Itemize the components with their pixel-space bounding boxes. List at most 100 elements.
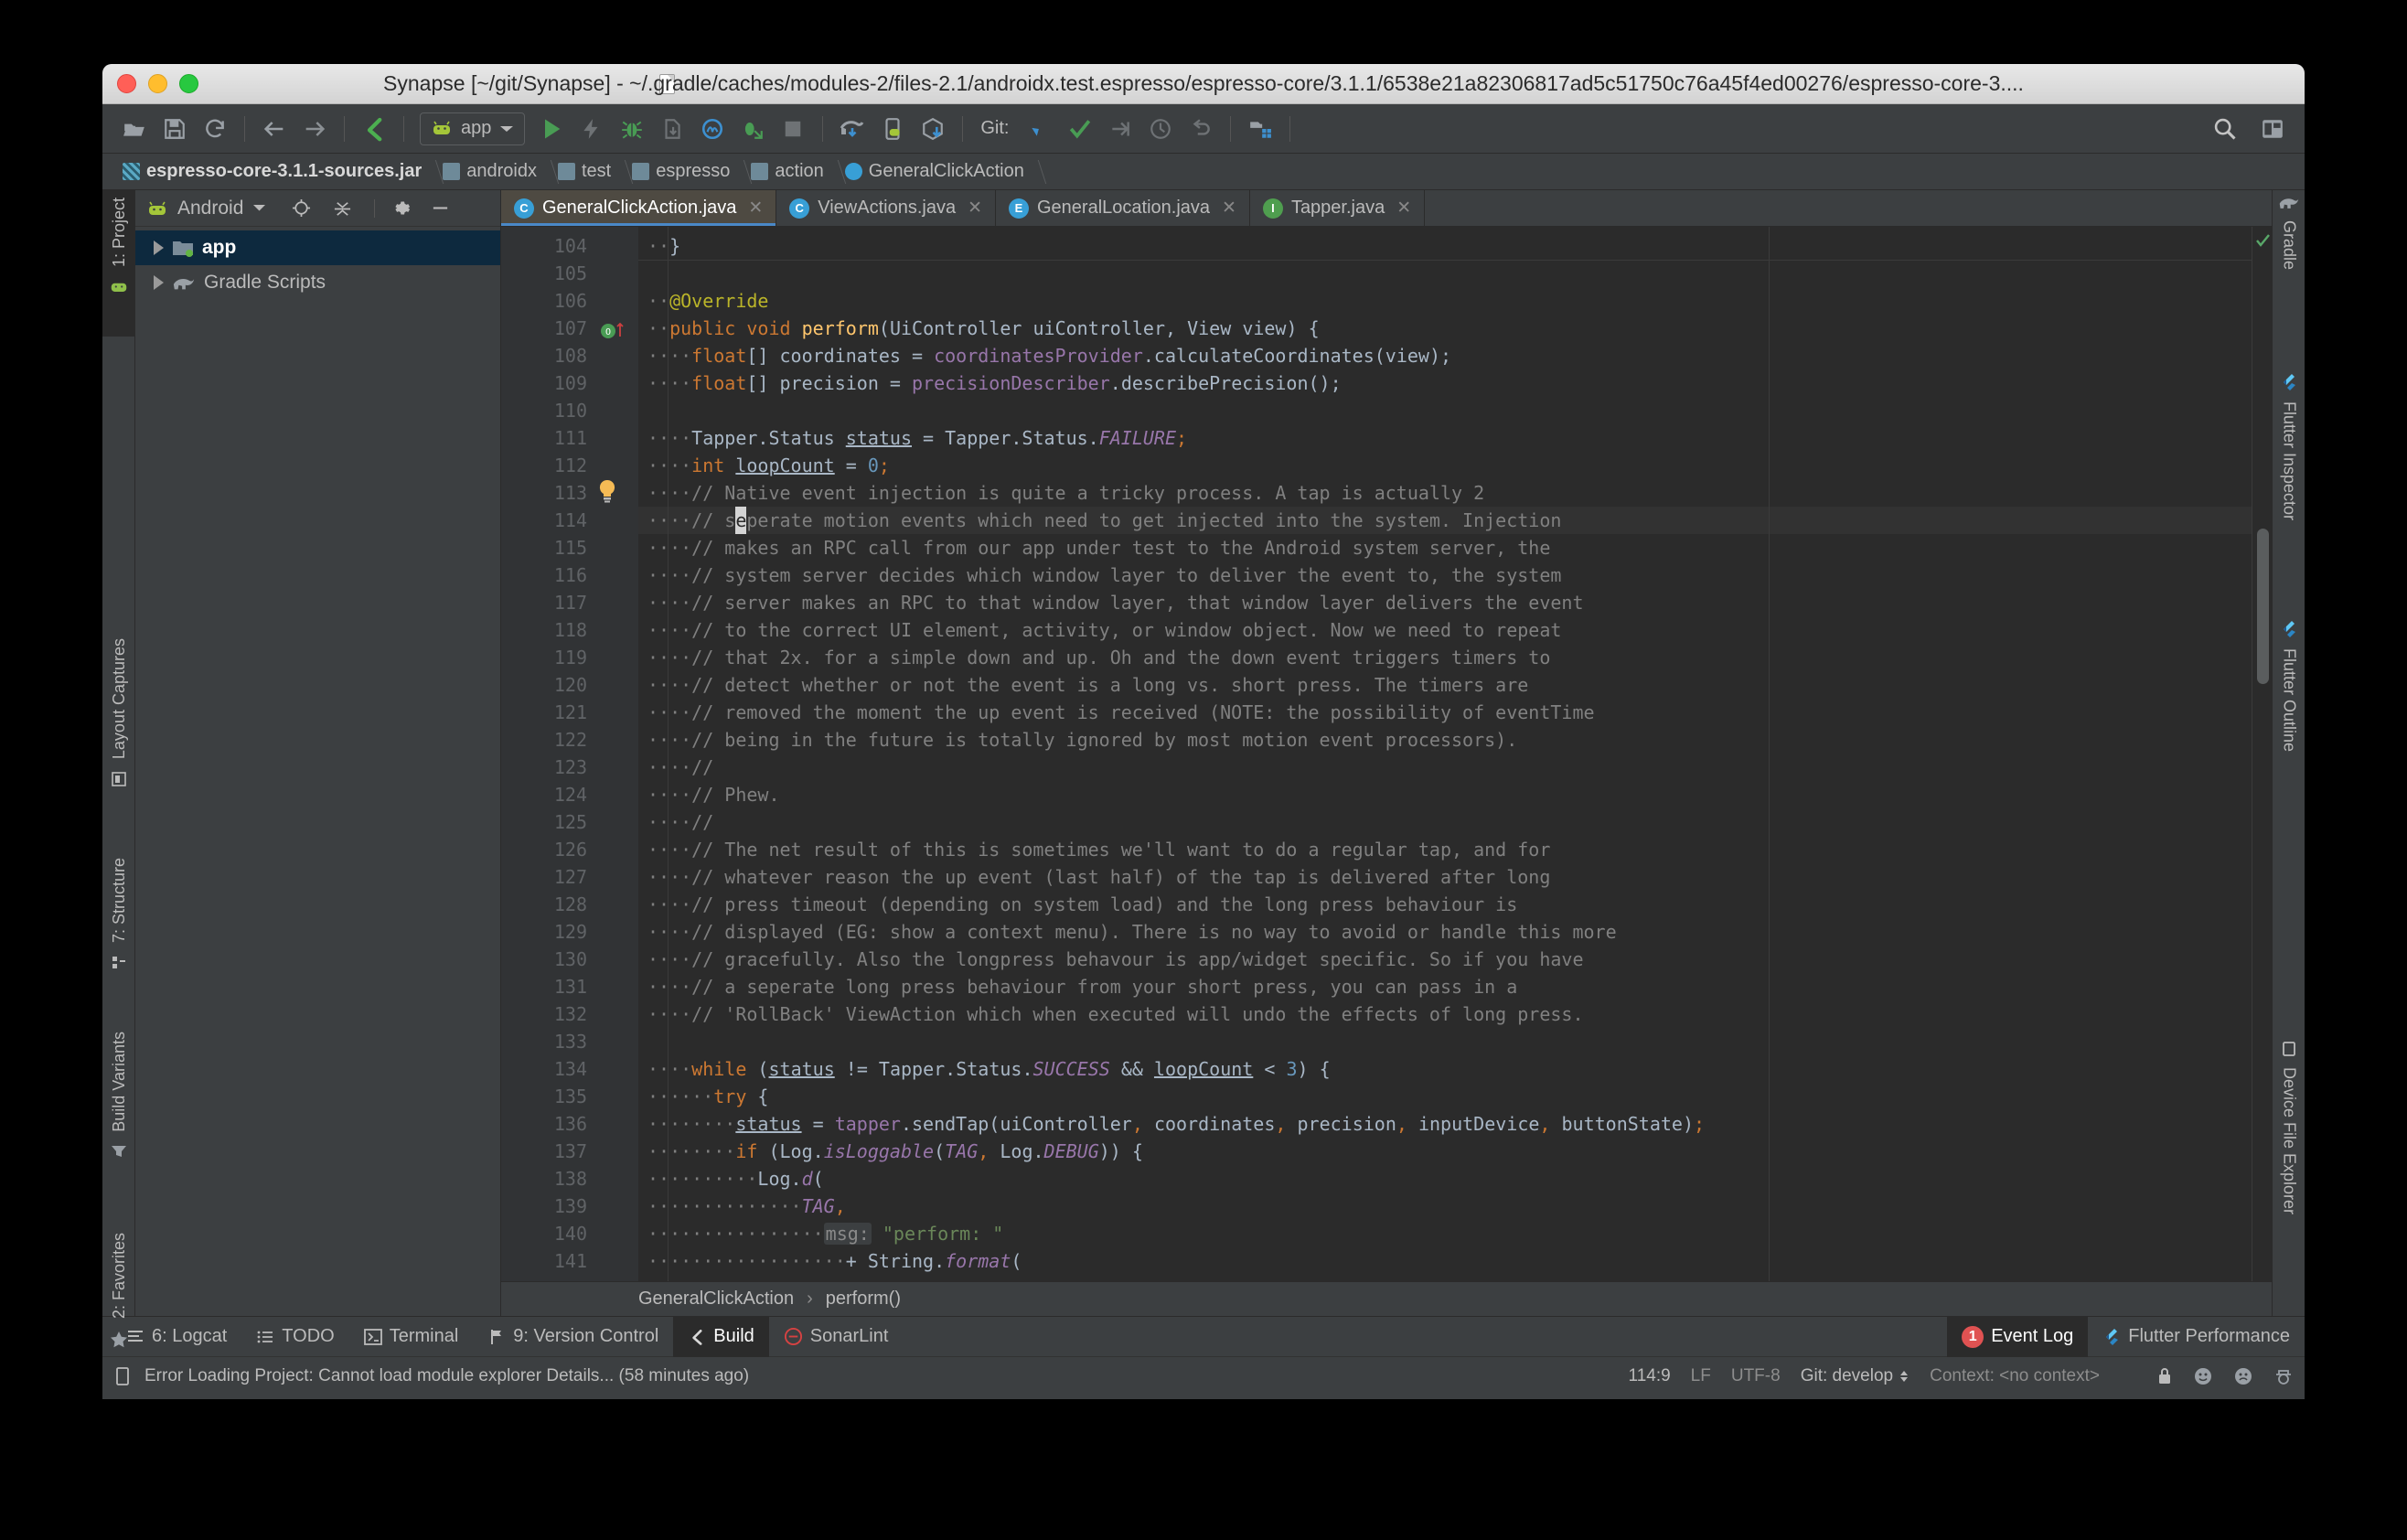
avd-manager-icon[interactable] [873,110,912,148]
sidebar-item-gradle[interactable]: Gradle [2273,194,2305,304]
happy-face-icon[interactable] [2193,1366,2213,1386]
run-icon[interactable] [532,110,571,148]
profile-icon[interactable] [653,110,691,148]
sdk-manager-icon[interactable] [914,110,952,148]
sidebar-item-build-variants[interactable]: Build Variants [102,1032,135,1214]
close-icon[interactable]: ✕ [968,198,982,219]
override-method-icon[interactable]: O [598,318,635,340]
hector-hat-icon[interactable] [2273,1366,2294,1386]
sidebar-item-flutter-outline[interactable]: Flutter Outline [2273,620,2305,817]
close-icon[interactable]: ✕ [1222,198,1236,219]
ok-check-icon [2255,232,2271,248]
line-number: 115 [553,537,587,559]
apply-changes-icon[interactable] [572,110,611,148]
editor-tab-tapper[interactable]: I Tapper.java ✕ [1250,190,1426,226]
editor-breadcrumb-method[interactable]: perform() [826,1289,901,1310]
collapse-all-icon[interactable] [333,198,352,218]
sad-face-icon[interactable] [2233,1366,2253,1386]
sidebar-item-device-file-explorer[interactable]: Device File Explorer [2273,1041,2305,1278]
save-all-icon[interactable] [155,110,194,148]
locate-icon[interactable] [292,198,311,218]
breadcrumb-item-androidx[interactable]: androidx [433,154,549,190]
line-number: 130 [553,948,587,970]
line-number: 137 [553,1140,587,1162]
code-editor[interactable]: 104 105 106 107 O 108 109 110 111 112 11… [501,227,2272,1281]
search-everywhere-icon[interactable] [2206,110,2244,148]
tool-window-todo[interactable]: TODO [241,1317,348,1357]
editor-tab-generallocation[interactable]: E GeneralLocation.java ✕ [996,190,1250,226]
git-push-icon[interactable] [1101,110,1139,148]
code-line: ········status = tapper.sendTap(uiContro… [647,1113,1706,1135]
tree-item-app[interactable]: app [135,230,500,265]
editor-tab-generalclickaction[interactable]: C GeneralClickAction.java ✕ [501,190,777,226]
tool-window-build[interactable]: Build [673,1316,769,1357]
debug-icon[interactable] [613,110,651,148]
sidebar-item-layout-captures[interactable]: Layout Captures [102,638,135,830]
git-label: Git: [980,118,1010,138]
line-number: 135 [553,1085,587,1107]
attach-debugger-icon[interactable] [733,110,772,148]
editor-breadcrumb-class[interactable]: GeneralClickAction [638,1289,794,1310]
sidebar-item-structure[interactable]: 7: Structure [102,858,135,1009]
toolbar-separator [822,115,824,142]
sidebar-item-favorites[interactable]: 2: Favorites [102,1233,135,1393]
close-icon[interactable]: ✕ [1396,198,1411,219]
editor-scrollbar-thumb[interactable] [2257,529,2269,684]
sync-gradle-icon[interactable] [833,110,872,148]
tool-window-sonarlint[interactable]: SonarLint [769,1317,904,1357]
code-text-area[interactable]: ··} ··@Override ··public void perform(Ui… [638,227,2252,1281]
stop-icon[interactable] [774,110,812,148]
layout-editor-icon[interactable] [2253,110,2292,148]
context-label[interactable]: Context: <no context> [1930,1366,2100,1386]
breadcrumb-item-action[interactable]: action [742,154,835,190]
editor-gutter[interactable]: 104 105 106 107 O 108 109 110 111 112 11… [501,227,638,1281]
open-project-icon[interactable] [115,110,154,148]
tool-window-version-control[interactable]: 9: Version Control [473,1317,673,1357]
forward-icon[interactable] [295,110,334,148]
tool-window-flutter-performance[interactable]: Flutter Performance [2088,1317,2305,1357]
sidebar-item-flutter-inspector[interactable]: Flutter Inspector [2273,373,2305,583]
sync-icon[interactable] [196,110,234,148]
editor-error-stripe[interactable] [2252,227,2272,1281]
expand-arrow-icon[interactable] [154,275,164,290]
expand-arrow-icon[interactable] [154,241,164,255]
tool-window-terminal[interactable]: Terminal [349,1317,474,1357]
git-branch[interactable]: Git: develop [1801,1366,1893,1386]
git-commit-icon[interactable] [1061,110,1099,148]
main-toolbar: app Git: [102,104,2305,154]
breadcrumb-item-jar[interactable]: espresso-core-3.1.1-sources.jar [113,154,433,190]
tree-item-gradle-scripts[interactable]: Gradle Scripts [135,265,500,300]
project-structure-icon[interactable] [1241,110,1279,148]
breadcrumb-item-espresso[interactable]: espresso [623,154,742,190]
back-icon[interactable] [255,110,294,148]
hide-icon[interactable] [431,198,450,218]
line-number: 106 [553,290,587,312]
branch-chevron-icon[interactable] [1899,1367,1910,1385]
build-icon[interactable] [355,110,393,148]
git-update-icon[interactable] [1021,110,1059,148]
gear-icon[interactable] [391,198,411,218]
file-encoding[interactable]: UTF-8 [1731,1366,1781,1386]
breadcrumb-item-test[interactable]: test [549,154,623,190]
chevron-down-icon[interactable] [252,204,266,212]
editor-tab-viewactions[interactable]: C ViewActions.java ✕ [776,190,996,226]
sidebar-item-project[interactable]: 1: Project [102,190,135,337]
tool-window-event-log[interactable]: 1 Event Log [1947,1316,2089,1357]
git-history-icon[interactable] [1141,110,1180,148]
breadcrumb-item-class[interactable]: GeneralClickAction [836,154,1036,190]
chevron-down-icon[interactable] [499,124,514,134]
monitor-icon[interactable] [693,110,732,148]
run-configuration-selector[interactable]: app [420,112,526,145]
code-line: ····// whatever reason the up event (las… [647,866,1551,888]
caret-position[interactable]: 114:9 [1629,1366,1671,1386]
line-separator[interactable]: LF [1691,1366,1711,1386]
toolbar-separator [1229,115,1231,142]
git-revert-icon[interactable] [1182,110,1220,148]
line-number: 134 [553,1058,587,1080]
intention-bulb-icon[interactable] [596,479,618,503]
lock-icon[interactable] [2156,1366,2173,1385]
status-message[interactable]: Error Loading Project: Cannot load modul… [144,1366,749,1386]
line-number: 126 [553,839,587,861]
close-icon[interactable]: ✕ [748,198,763,219]
